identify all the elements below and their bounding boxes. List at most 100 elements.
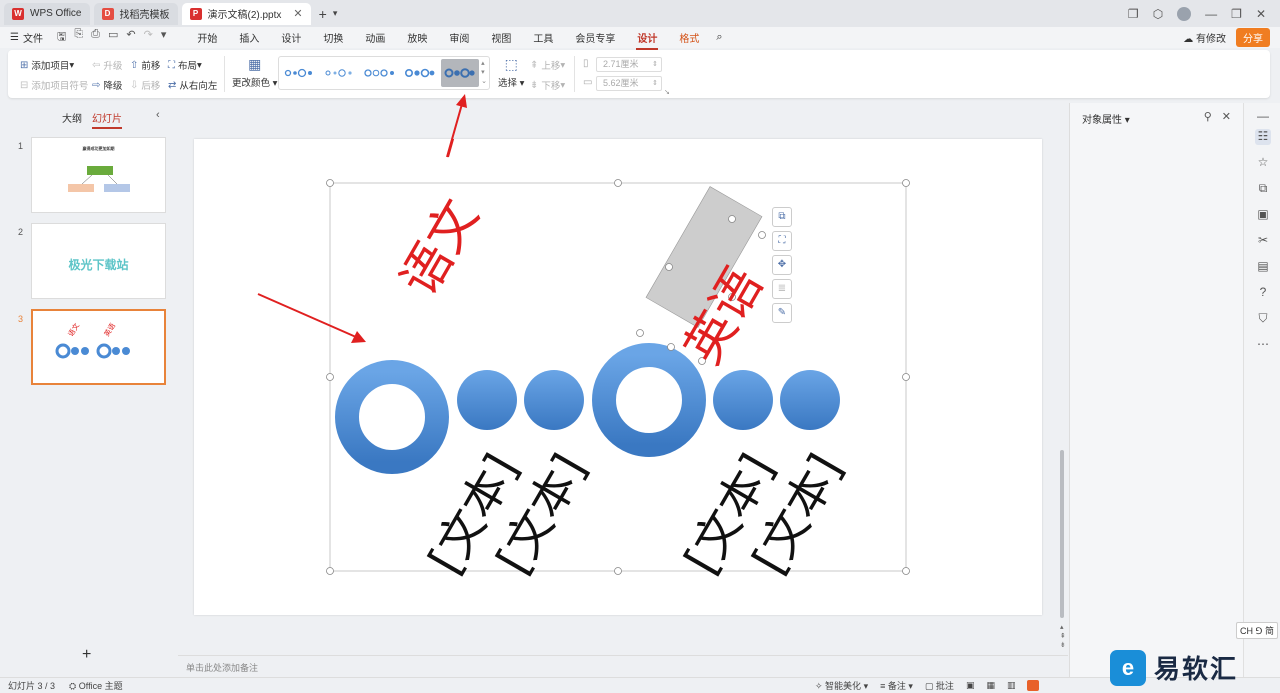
input-method-badge[interactable]: CH ⅁ 简 bbox=[1236, 622, 1278, 639]
arrow-up-icon: ⇧ bbox=[130, 59, 139, 71]
select-button[interactable]: ⬚ 选择 ▾ bbox=[498, 56, 524, 89]
export-icon[interactable]: ⎘ bbox=[74, 28, 83, 47]
right-to-left-button[interactable]: ⇄ 从右向左 bbox=[168, 78, 217, 93]
expand-dialog-icon[interactable]: ↘ bbox=[664, 88, 670, 96]
width-input[interactable]: 5.62厘米 ⇕ bbox=[596, 76, 662, 91]
pen-icon[interactable]: ✎ bbox=[772, 303, 792, 323]
tab-review[interactable]: 审阅 bbox=[438, 30, 480, 45]
more-icon[interactable]: ▾ bbox=[161, 28, 167, 47]
downgrade-button[interactable]: ⇨ 降级 bbox=[92, 78, 122, 93]
slide-canvas[interactable]: 语文 英语 [文本] [文本] [文本] [文本] ⧉ ⛶ ✥ ≣ ✎ bbox=[194, 139, 1042, 615]
notes-area[interactable]: 单击此处添加备注 bbox=[178, 655, 1068, 677]
tab-list-chevron-icon[interactable]: ▾ bbox=[333, 8, 338, 19]
move-up-button[interactable]: ⇞ 上移 ▾ bbox=[530, 58, 565, 73]
tab-template[interactable]: D 找稻壳模板 bbox=[93, 2, 178, 25]
height-input[interactable]: 2.71厘米 ⇕ bbox=[596, 57, 662, 72]
ribbon-annotation-arrow bbox=[446, 94, 467, 158]
vertical-scrollbar[interactable] bbox=[1060, 450, 1064, 618]
crop-icon[interactable]: ⛶ bbox=[772, 231, 792, 251]
tab-insert[interactable]: 插入 bbox=[228, 30, 270, 45]
tab-start[interactable]: 开始 bbox=[186, 30, 228, 45]
pin-icon[interactable]: ⚲ bbox=[1204, 110, 1212, 123]
upgrade-button[interactable]: ⇦ 升级 bbox=[92, 58, 122, 73]
more-icon[interactable]: ⋯ bbox=[1255, 337, 1271, 353]
normal-view-icon[interactable]: ▣ bbox=[966, 680, 975, 691]
add-item-button[interactable]: ⊞ 添加项目 ▾ bbox=[20, 58, 74, 73]
change-color-button[interactable]: ▦ 更改颜色 ▾ bbox=[232, 56, 277, 89]
close-tab-icon[interactable]: ✕ bbox=[293, 7, 302, 20]
move-backward-button[interactable]: ⇩ 后移 bbox=[130, 78, 160, 93]
tab-slideshow[interactable]: 放映 bbox=[396, 30, 438, 45]
modified-label: 有修改 bbox=[1196, 34, 1226, 45]
slide-thumbnail-3[interactable]: 语文 英语 bbox=[31, 309, 166, 385]
file-menu[interactable]: ☰ 文件 bbox=[10, 30, 43, 45]
properties-title[interactable]: 对象属性 ▾ bbox=[1082, 111, 1130, 126]
text-icon[interactable]: ≣ bbox=[772, 279, 792, 299]
tab-transition[interactable]: 切换 bbox=[312, 30, 354, 45]
add-slide-button[interactable]: + bbox=[82, 646, 91, 664]
add-bullet-button[interactable]: ⊟ 添加项目符号 bbox=[20, 78, 88, 93]
tab-presentation[interactable]: P 演示文稿(2).pptx ✕ bbox=[181, 2, 311, 25]
slide-thumbnail-1[interactable]: 赢得成功更加如期 bbox=[31, 137, 166, 213]
layout-button[interactable]: ⛶ 布局 ▾ bbox=[168, 58, 202, 73]
print-icon[interactable]: ⎙ bbox=[91, 28, 100, 47]
collapse-icon[interactable]: — bbox=[1255, 109, 1271, 125]
slides-tab[interactable]: 幻灯片 bbox=[92, 110, 122, 129]
restore-layout-icon[interactable]: ❐ bbox=[1128, 7, 1139, 21]
smart-beautify-button[interactable]: ✧ 智能美化 ▾ bbox=[815, 679, 868, 692]
style-option-2[interactable] bbox=[321, 59, 359, 87]
save-icon[interactable]: 🖫 bbox=[57, 28, 66, 47]
layout-options-icon[interactable]: ⧉ bbox=[772, 207, 792, 227]
play-icon[interactable] bbox=[1027, 680, 1040, 691]
tab-design[interactable]: 设计 bbox=[270, 30, 312, 45]
maximize-icon[interactable]: ❐ bbox=[1231, 7, 1242, 21]
close-window-icon[interactable]: ✕ bbox=[1256, 7, 1266, 21]
notes-button[interactable]: ≡ 备注 ▾ bbox=[880, 679, 913, 692]
modified-status[interactable]: ☁ 有修改 bbox=[1183, 30, 1226, 45]
smartart-graphic[interactable] bbox=[194, 139, 1042, 615]
collapse-panel-icon[interactable]: ‹ bbox=[156, 109, 160, 121]
tab-format[interactable]: 格式 bbox=[668, 30, 710, 45]
properties-icon[interactable]: ☷ bbox=[1255, 129, 1271, 145]
reading-view-icon[interactable]: ▥ bbox=[1007, 680, 1016, 691]
tab-smartart-design[interactable]: 设计 bbox=[626, 30, 668, 50]
move-down-button[interactable]: ⇟ 下移 ▾ bbox=[530, 78, 565, 93]
minimize-icon[interactable]: — bbox=[1205, 7, 1217, 21]
theme-name[interactable]: ⛭ Office 主题 bbox=[69, 679, 123, 692]
image-icon[interactable]: ▣ bbox=[1255, 207, 1271, 223]
style-option-3[interactable] bbox=[361, 59, 399, 87]
comments-button[interactable]: ▢ 批注 bbox=[925, 679, 954, 692]
move-icon[interactable]: ✥ bbox=[772, 255, 792, 275]
preview-icon[interactable]: ▭ bbox=[108, 28, 118, 47]
help-icon[interactable]: ? bbox=[1255, 285, 1271, 301]
style-gallery: ▴ ▾ ⌄ bbox=[278, 56, 490, 90]
search-icon[interactable]: ⌕ bbox=[716, 31, 722, 44]
outline-tab[interactable]: 大纲 bbox=[62, 110, 82, 129]
tab-animation[interactable]: 动画 bbox=[354, 30, 396, 45]
tab-wps-office[interactable]: W WPS Office bbox=[4, 2, 90, 25]
shirt-icon[interactable]: ⛉ bbox=[1255, 311, 1271, 327]
tools-icon[interactable]: ✂ bbox=[1255, 233, 1271, 249]
redo-icon[interactable]: ↷ bbox=[144, 28, 153, 47]
close-panel-icon[interactable]: ✕ bbox=[1222, 110, 1231, 123]
new-tab-icon[interactable]: + bbox=[319, 6, 327, 22]
tab-view[interactable]: 视图 bbox=[480, 30, 522, 45]
gallery-scroll-icon[interactable]: ▴ ▾ ⌄ bbox=[481, 59, 487, 86]
style-option-4[interactable] bbox=[401, 59, 439, 87]
star-icon[interactable]: ☆ bbox=[1255, 155, 1271, 171]
cube-icon[interactable]: ⬡ bbox=[1153, 7, 1163, 21]
tab-member[interactable]: 会员专享 bbox=[564, 30, 626, 45]
move-up-icon: ⇞ bbox=[530, 59, 539, 71]
avatar[interactable] bbox=[1177, 6, 1192, 21]
style-option-5-selected[interactable] bbox=[441, 59, 479, 87]
share-button[interactable]: 分享 bbox=[1236, 28, 1270, 47]
copy-icon[interactable]: ⧉ bbox=[1255, 181, 1271, 197]
slide-thumbnail-2[interactable]: 极光下载站 bbox=[31, 223, 166, 299]
undo-icon[interactable]: ↶ bbox=[126, 28, 135, 47]
book-icon[interactable]: ▤ bbox=[1255, 259, 1271, 275]
tab-tools[interactable]: 工具 bbox=[522, 30, 564, 45]
page-nav-icons[interactable]: ▴ ⇞ ⇟ bbox=[1060, 623, 1066, 650]
sorter-view-icon[interactable]: ▦ bbox=[986, 680, 995, 691]
style-option-1[interactable] bbox=[281, 59, 319, 87]
move-forward-button[interactable]: ⇧ 前移 bbox=[130, 58, 160, 73]
